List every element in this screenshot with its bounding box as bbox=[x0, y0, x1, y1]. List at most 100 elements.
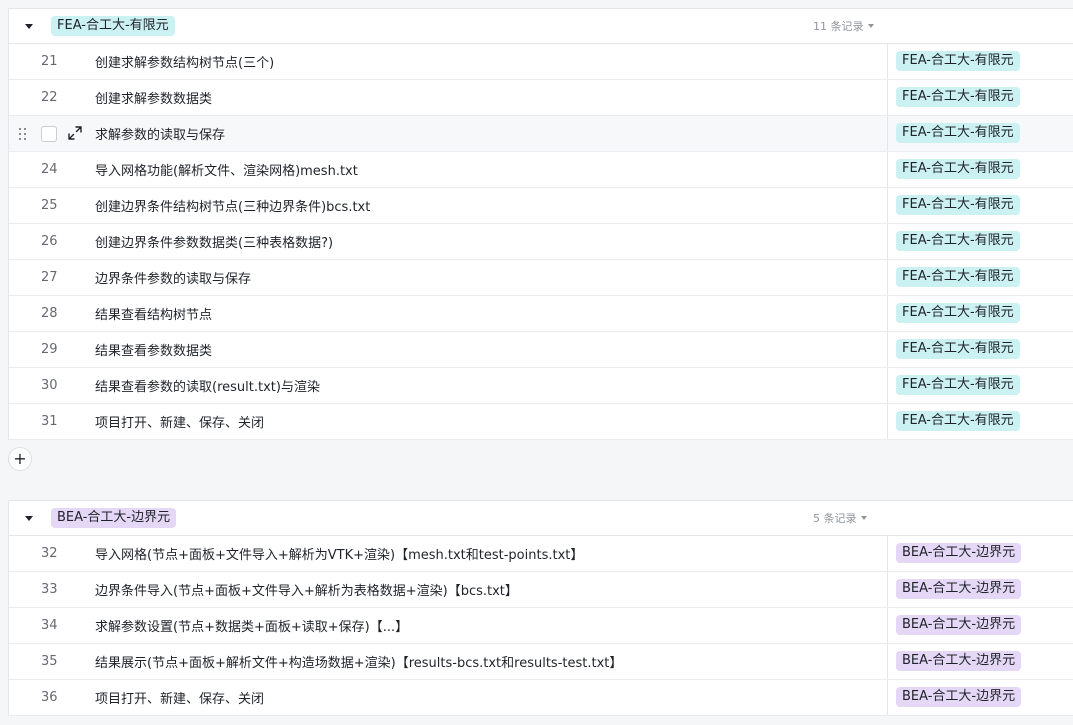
group-bea: BEA-合工大-边界元 5 条记录 32 导入网格(节点+面板+文件导入+解析为V… bbox=[8, 500, 1073, 716]
record-count[interactable]: 5 条记录 bbox=[813, 510, 867, 526]
table-row[interactable]: 34 求解参数设置(节点+数据类+面板+读取+保存)【...】 BEA-合工大-边界… bbox=[9, 608, 1073, 644]
table-row[interactable]: 36 项目打开、新建、保存、关闭 BEA-合工大-边界元 bbox=[9, 680, 1073, 716]
row-number: 34 bbox=[41, 618, 58, 633]
row-title[interactable]: 创建边界条件结构树节点(三种边界条件)bcs.txt bbox=[95, 196, 370, 215]
row-title[interactable]: 边界条件导入(节点+面板+文件导入+解析为表格数据+渲染)【bcs.txt】 bbox=[95, 580, 518, 599]
row-title[interactable]: 导入网格功能(解析文件、渲染网格)mesh.txt bbox=[95, 160, 358, 179]
table-row[interactable]: 27 边界条件参数的读取与保存 FEA-合工大-有限元 bbox=[9, 260, 1073, 296]
group-header: FEA-合工大-有限元 11 条记录 bbox=[9, 9, 1073, 44]
row-title[interactable]: 结果展示(节点+面板+解析文件+构造场数据+渲染)【results-bcs.tx… bbox=[95, 652, 622, 671]
category-tag[interactable]: FEA-合工大-有限元 bbox=[896, 123, 1020, 143]
row-number: 36 bbox=[41, 690, 58, 705]
row-title[interactable]: 创建边界条件参数数据类(三种表格数据?) bbox=[95, 232, 333, 251]
table-row[interactable]: 31 项目打开、新建、保存、关闭 FEA-合工大-有限元 bbox=[9, 404, 1073, 440]
category-tag[interactable]: FEA-合工大-有限元 bbox=[896, 231, 1020, 251]
table-row[interactable]: 32 导入网格(节点+面板+文件导入+解析为VTK+渲染)【mesh.txt和te… bbox=[9, 536, 1073, 572]
column-divider bbox=[887, 296, 888, 331]
row-title[interactable]: 结果查看结构树节点 bbox=[95, 304, 212, 323]
column-divider bbox=[887, 332, 888, 367]
row-title[interactable]: 边界条件参数的读取与保存 bbox=[95, 268, 251, 287]
table-row[interactable]: 28 结果查看结构树节点 FEA-合工大-有限元 bbox=[9, 296, 1073, 332]
row-number: 28 bbox=[41, 306, 58, 321]
chevron-down-icon bbox=[860, 516, 867, 520]
category-tag[interactable]: BEA-合工大-边界元 bbox=[896, 543, 1022, 563]
caret-down-icon[interactable] bbox=[25, 515, 33, 521]
table-view: FEA-合工大-有限元 11 条记录 21 创建求解参数结构树节点(三个) FEA-… bbox=[0, 0, 1073, 725]
row-number: 31 bbox=[41, 414, 58, 429]
row-number: 35 bbox=[41, 654, 58, 669]
add-record-button[interactable]: + bbox=[8, 447, 32, 471]
category-tag[interactable]: FEA-合工大-有限元 bbox=[896, 195, 1020, 215]
row-checkbox[interactable] bbox=[41, 126, 57, 142]
row-title[interactable]: 求解参数设置(节点+数据类+面板+读取+保存)【...】 bbox=[95, 616, 408, 635]
category-tag[interactable]: FEA-合工大-有限元 bbox=[896, 51, 1020, 71]
column-divider bbox=[887, 224, 888, 259]
column-divider bbox=[887, 536, 888, 571]
table-row[interactable]: 求解参数的读取与保存 FEA-合工大-有限元 bbox=[9, 116, 1073, 152]
row-number: 25 bbox=[41, 198, 58, 213]
table-row[interactable]: 35 结果展示(节点+面板+解析文件+构造场数据+渲染)【results-bcs.… bbox=[9, 644, 1073, 680]
column-divider bbox=[887, 572, 888, 607]
group-tag: FEA-合工大-有限元 bbox=[51, 16, 175, 36]
row-number: 24 bbox=[41, 162, 58, 177]
record-count-label: 5 条记录 bbox=[813, 512, 857, 525]
group-rows: 21 创建求解参数结构树节点(三个) FEA-合工大-有限元 22 创建求解参数数据类 F… bbox=[9, 44, 1073, 440]
group-rows: 32 导入网格(节点+面板+文件导入+解析为VTK+渲染)【mesh.txt和te… bbox=[9, 536, 1073, 716]
table-row[interactable]: 21 创建求解参数结构树节点(三个) FEA-合工大-有限元 bbox=[9, 44, 1073, 80]
row-title[interactable]: 结果查看参数的读取(result.txt)与渲染 bbox=[95, 376, 320, 395]
row-number: 27 bbox=[41, 270, 58, 285]
table-row[interactable]: 29 结果查看参数数据类 FEA-合工大-有限元 bbox=[9, 332, 1073, 368]
category-tag[interactable]: FEA-合工大-有限元 bbox=[896, 303, 1020, 323]
column-divider bbox=[887, 608, 888, 643]
column-divider bbox=[887, 80, 888, 115]
column-divider bbox=[887, 44, 888, 79]
record-count[interactable]: 11 条记录 bbox=[813, 18, 874, 34]
table-row[interactable]: 25 创建边界条件结构树节点(三种边界条件)bcs.txt FEA-合工大-有限元 bbox=[9, 188, 1073, 224]
row-title[interactable]: 创建求解参数数据类 bbox=[95, 88, 212, 107]
row-number: 26 bbox=[41, 234, 58, 249]
row-title[interactable]: 求解参数的读取与保存 bbox=[95, 124, 225, 143]
column-divider bbox=[887, 188, 888, 223]
category-tag[interactable]: FEA-合工大-有限元 bbox=[896, 267, 1020, 287]
category-tag[interactable]: BEA-合工大-边界元 bbox=[896, 579, 1022, 599]
row-number: 22 bbox=[41, 90, 58, 105]
chevron-down-icon bbox=[867, 24, 874, 28]
table-row[interactable]: 33 边界条件导入(节点+面板+文件导入+解析为表格数据+渲染)【bcs.txt】… bbox=[9, 572, 1073, 608]
row-title[interactable]: 项目打开、新建、保存、关闭 bbox=[95, 412, 264, 431]
category-tag[interactable]: FEA-合工大-有限元 bbox=[896, 375, 1020, 395]
record-count-label: 11 条记录 bbox=[813, 20, 864, 33]
row-number: 32 bbox=[41, 546, 58, 561]
column-divider bbox=[887, 116, 888, 151]
row-number: 33 bbox=[41, 582, 58, 597]
category-tag[interactable]: FEA-合工大-有限元 bbox=[896, 411, 1020, 431]
caret-down-icon[interactable] bbox=[25, 23, 33, 29]
row-title[interactable]: 创建求解参数结构树节点(三个) bbox=[95, 52, 274, 71]
category-tag[interactable]: BEA-合工大-边界元 bbox=[896, 615, 1022, 635]
category-tag[interactable]: FEA-合工大-有限元 bbox=[896, 159, 1020, 179]
column-divider bbox=[887, 260, 888, 295]
group-fea: FEA-合工大-有限元 11 条记录 21 创建求解参数结构树节点(三个) FEA-… bbox=[8, 8, 1073, 440]
table-row[interactable]: 30 结果查看参数的读取(result.txt)与渲染 FEA-合工大-有限元 bbox=[9, 368, 1073, 404]
group-header: BEA-合工大-边界元 5 条记录 bbox=[9, 501, 1073, 536]
column-divider bbox=[887, 644, 888, 679]
column-divider bbox=[887, 152, 888, 187]
column-divider bbox=[887, 404, 888, 439]
column-divider bbox=[887, 368, 888, 403]
row-number: 29 bbox=[41, 342, 58, 357]
row-number: 21 bbox=[41, 54, 58, 69]
group-tag: BEA-合工大-边界元 bbox=[51, 508, 177, 528]
row-title[interactable]: 项目打开、新建、保存、关闭 bbox=[95, 688, 264, 707]
category-tag[interactable]: BEA-合工大-边界元 bbox=[896, 687, 1022, 707]
category-tag[interactable]: FEA-合工大-有限元 bbox=[896, 339, 1020, 359]
table-row[interactable]: 26 创建边界条件参数数据类(三种表格数据?) FEA-合工大-有限元 bbox=[9, 224, 1073, 260]
table-row[interactable]: 24 导入网格功能(解析文件、渲染网格)mesh.txt FEA-合工大-有限元 bbox=[9, 152, 1073, 188]
row-title[interactable]: 导入网格(节点+面板+文件导入+解析为VTK+渲染)【mesh.txt和test… bbox=[95, 544, 583, 563]
category-tag[interactable]: FEA-合工大-有限元 bbox=[896, 87, 1020, 107]
table-row[interactable]: 22 创建求解参数数据类 FEA-合工大-有限元 bbox=[9, 80, 1073, 116]
row-title[interactable]: 结果查看参数数据类 bbox=[95, 340, 212, 359]
column-divider bbox=[887, 680, 888, 715]
expand-arrows-icon[interactable] bbox=[67, 125, 83, 141]
category-tag[interactable]: BEA-合工大-边界元 bbox=[896, 651, 1022, 671]
row-number: 30 bbox=[41, 378, 58, 393]
drag-handle-icon[interactable] bbox=[19, 128, 27, 140]
